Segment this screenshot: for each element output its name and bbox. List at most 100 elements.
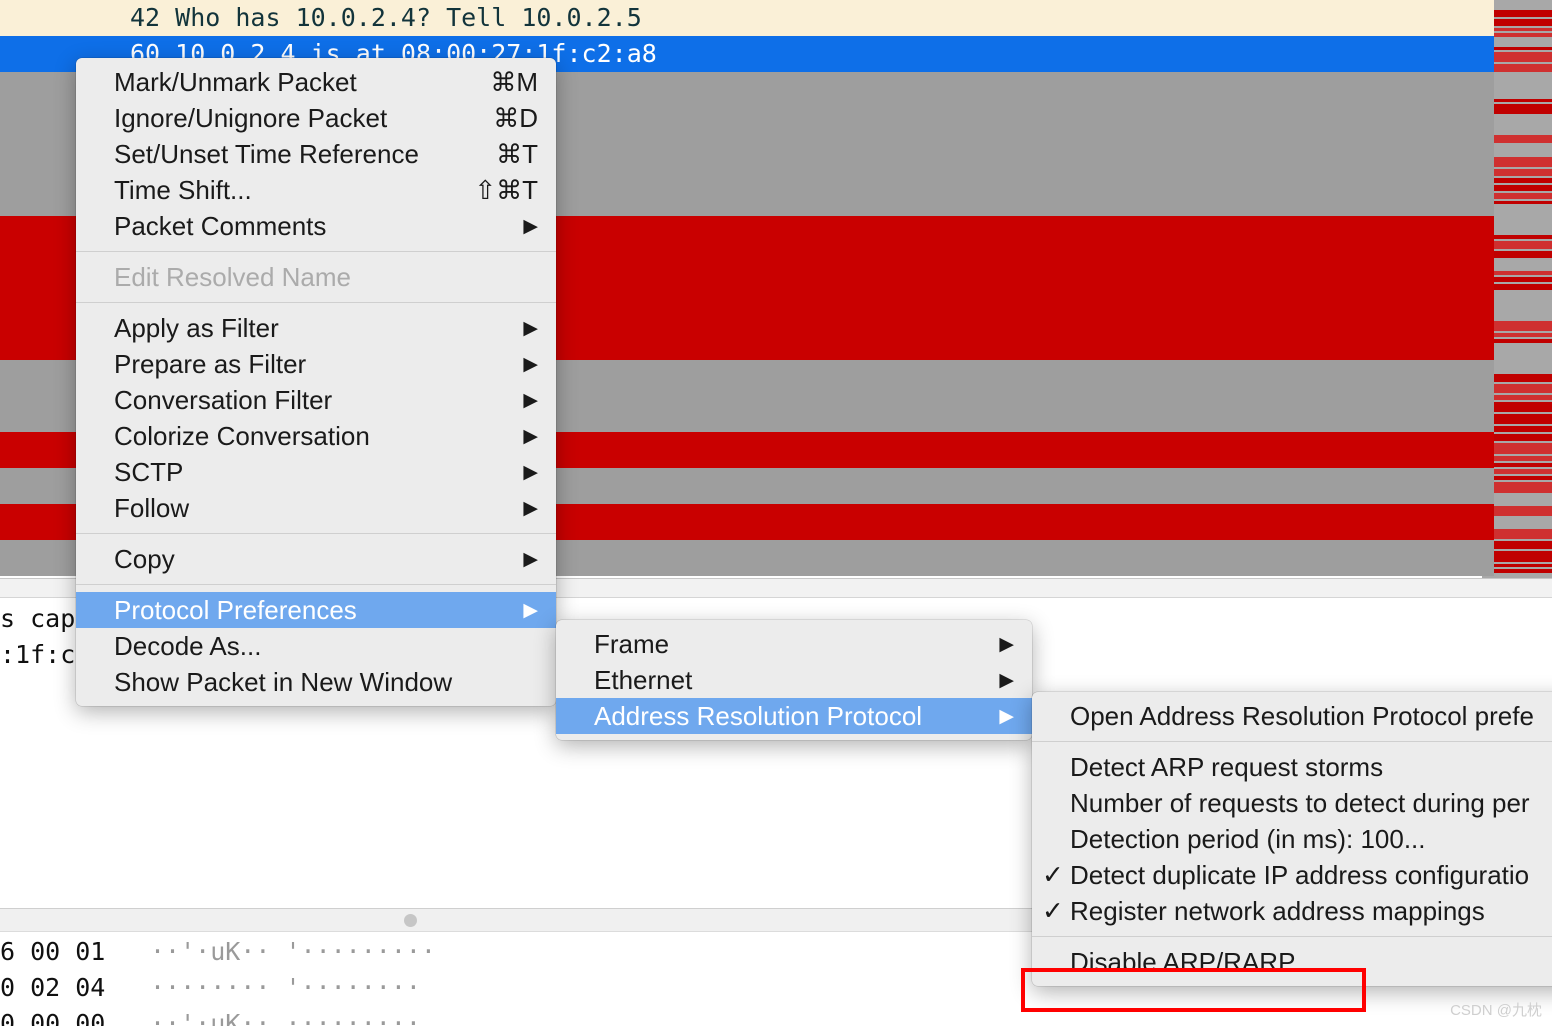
protocol-item-ethernet[interactable]: Ethernet ▶ xyxy=(556,662,1032,698)
arp-preferences-submenu[interactable]: Open Address Resolution Protocol prefe De… xyxy=(1032,692,1552,986)
minimap-row-marker xyxy=(1482,216,1494,252)
packet-list-intensity-bar[interactable] xyxy=(1482,0,1552,578)
packet-context-menu[interactable]: Mark/Unmark Packet ⌘M Ignore/Unignore Pack… xyxy=(76,58,556,706)
menu-item-label: Disable ARP/RARP xyxy=(1070,946,1296,977)
menu-item-shortcut: ⌘T xyxy=(496,138,538,169)
menu-item-label: Detect ARP request storms xyxy=(1070,751,1384,782)
minimap-strip xyxy=(1494,33,1552,37)
menu-item-label: Colorize Conversation xyxy=(114,420,370,451)
arp-item-register-network-address-mappings[interactable]: ✓ Register network address mappings xyxy=(1032,893,1552,929)
minimap-row-marker xyxy=(1482,360,1494,396)
ascii-bytes: ··'·uK·· '········· xyxy=(150,937,436,966)
ascii-bytes: ··'·uK·· ········· xyxy=(150,1009,421,1026)
minimap-row-marker xyxy=(1482,324,1494,360)
menu-item-label: Frame xyxy=(594,628,670,659)
menu-item-label: Ignore/Unignore Packet xyxy=(114,102,388,133)
menu-separator xyxy=(76,302,556,303)
arp-item-detect-duplicate-ip-address-configuratio[interactable]: ✓ Detect duplicate IP address configurati… xyxy=(1032,857,1552,893)
scrollbar-knob[interactable] xyxy=(404,914,417,927)
menu-item-colorize-conversation[interactable]: Colorize Conversation ▶ xyxy=(76,418,556,454)
menu-item-label: Set/Unset Time Reference xyxy=(114,138,419,169)
minimap-strip xyxy=(1494,99,1552,102)
menu-item-mark-unmark-packet[interactable]: Mark/Unmark Packet ⌘M xyxy=(76,64,556,100)
menu-item-edit-resolved-name: Edit Resolved Name xyxy=(76,259,556,295)
menu-item-conversation-filter[interactable]: Conversation Filter ▶ xyxy=(76,382,556,418)
menu-item-label: Packet Comments xyxy=(114,210,327,241)
minimap-strip xyxy=(1494,19,1552,26)
menu-item-decode-as[interactable]: Decode As... xyxy=(76,628,556,664)
arp-item-open-address-resolution-protocol-prefe[interactable]: Open Address Resolution Protocol prefe xyxy=(1032,698,1552,734)
minimap-strip xyxy=(1494,551,1552,562)
minimap-strip xyxy=(1494,185,1552,191)
menu-item-label: Ethernet xyxy=(594,664,693,695)
minimap-strip xyxy=(1494,541,1552,549)
minimap-row-marker xyxy=(1482,468,1494,504)
checkmark-icon: ✓ xyxy=(1042,895,1064,926)
minimap-strip xyxy=(1494,135,1552,143)
minimap-row-marker xyxy=(1482,108,1494,144)
chevron-right-icon: ▶ xyxy=(523,425,538,447)
minimap-row-marker xyxy=(1482,180,1494,216)
packet-row-info: 42 Who has 10.0.2.4? Tell 10.0.2.5 xyxy=(130,3,642,32)
watermark: CSDN @九枕 xyxy=(1450,1002,1542,1019)
arp-item-detection-period-in-ms-100[interactable]: Detection period (in ms): 100... xyxy=(1032,821,1552,857)
menu-item-prepare-as-filter[interactable]: Prepare as Filter ▶ xyxy=(76,346,556,382)
minimap-strip xyxy=(1494,169,1552,176)
menu-item-protocol-preferences[interactable]: Protocol Preferences ▶ xyxy=(76,592,556,628)
minimap-strip xyxy=(1494,284,1552,290)
menu-item-label: Open Address Resolution Protocol prefe xyxy=(1070,700,1534,731)
menu-item-copy[interactable]: Copy ▶ xyxy=(76,541,556,577)
menu-item-label: Prepare as Filter xyxy=(114,348,307,379)
minimap-strip xyxy=(1494,443,1552,454)
minimap-strip xyxy=(1494,506,1552,516)
minimap-strip xyxy=(1494,201,1552,204)
minimap-row-marker xyxy=(1482,504,1494,540)
chevron-right-icon: ▶ xyxy=(523,599,538,621)
minimap-strip xyxy=(1494,271,1552,275)
minimap-strip xyxy=(1494,482,1552,493)
menu-item-label: Number of requests to detect during per xyxy=(1070,787,1530,818)
minimap-strip xyxy=(1494,374,1552,382)
menu-separator xyxy=(76,251,556,252)
menu-item-label: Time Shift... xyxy=(114,174,252,205)
arp-item-disable-arp-rarp[interactable]: Disable ARP/RARP xyxy=(1032,944,1552,980)
minimap-strip xyxy=(1494,277,1552,282)
menu-item-label: Address Resolution Protocol xyxy=(594,700,923,731)
minimap-strip xyxy=(1494,321,1552,331)
checkmark-icon: ✓ xyxy=(1042,859,1064,890)
menu-item-time-shift[interactable]: Time Shift... ⇧⌘T xyxy=(76,172,556,208)
minimap-strip xyxy=(1494,193,1552,199)
menu-item-sctp[interactable]: SCTP ▶ xyxy=(76,454,556,490)
minimap-row-marker xyxy=(1482,72,1494,108)
minimap-strip xyxy=(1494,384,1552,393)
minimap-row-marker xyxy=(1482,144,1494,180)
minimap-strip xyxy=(1494,564,1552,567)
menu-item-label: Copy xyxy=(114,543,175,574)
minimap-strip xyxy=(1494,414,1552,424)
protocol-item-frame[interactable]: Frame ▶ xyxy=(556,626,1032,662)
chevron-right-icon: ▶ xyxy=(999,633,1014,655)
arp-item-number-of-requests-to-detect-during-per[interactable]: Number of requests to detect during per xyxy=(1032,785,1552,821)
menu-item-ignore-unignore-packet[interactable]: Ignore/Unignore Packet ⌘D xyxy=(76,100,556,136)
minimap-strip xyxy=(1494,241,1552,249)
menu-item-follow[interactable]: Follow ▶ xyxy=(76,490,556,526)
protocol-preferences-submenu[interactable]: Frame ▶ Ethernet ▶ Address Resolution Protoc… xyxy=(556,620,1032,740)
menu-item-set-unset-time-reference[interactable]: Set/Unset Time Reference ⌘T xyxy=(76,136,556,172)
minimap-strip xyxy=(1494,10,1552,17)
menu-item-show-packet-in-new-window[interactable]: Show Packet in New Window xyxy=(76,664,556,700)
arp-item-detect-arp-request-storms[interactable]: Detect ARP request storms xyxy=(1032,749,1552,785)
minimap-row-marker xyxy=(1482,252,1494,288)
chevron-right-icon: ▶ xyxy=(523,461,538,483)
packet-row[interactable]: 42 Who has 10.0.2.4? Tell 10.0.2.5 xyxy=(0,0,1482,36)
minimap-row-marker xyxy=(1482,396,1494,432)
minimap-row-marker xyxy=(1482,540,1494,576)
chevron-right-icon: ▶ xyxy=(523,497,538,519)
minimap-row-marker xyxy=(1482,36,1494,72)
menu-item-packet-comments[interactable]: Packet Comments ▶ xyxy=(76,208,556,244)
minimap-strip xyxy=(1494,28,1552,31)
protocol-item-address-resolution-protocol[interactable]: Address Resolution Protocol ▶ xyxy=(556,698,1032,734)
minimap-strip xyxy=(1494,339,1552,343)
menu-item-apply-as-filter[interactable]: Apply as Filter ▶ xyxy=(76,310,556,346)
menu-separator xyxy=(76,584,556,585)
minimap-strip xyxy=(1494,463,1552,467)
